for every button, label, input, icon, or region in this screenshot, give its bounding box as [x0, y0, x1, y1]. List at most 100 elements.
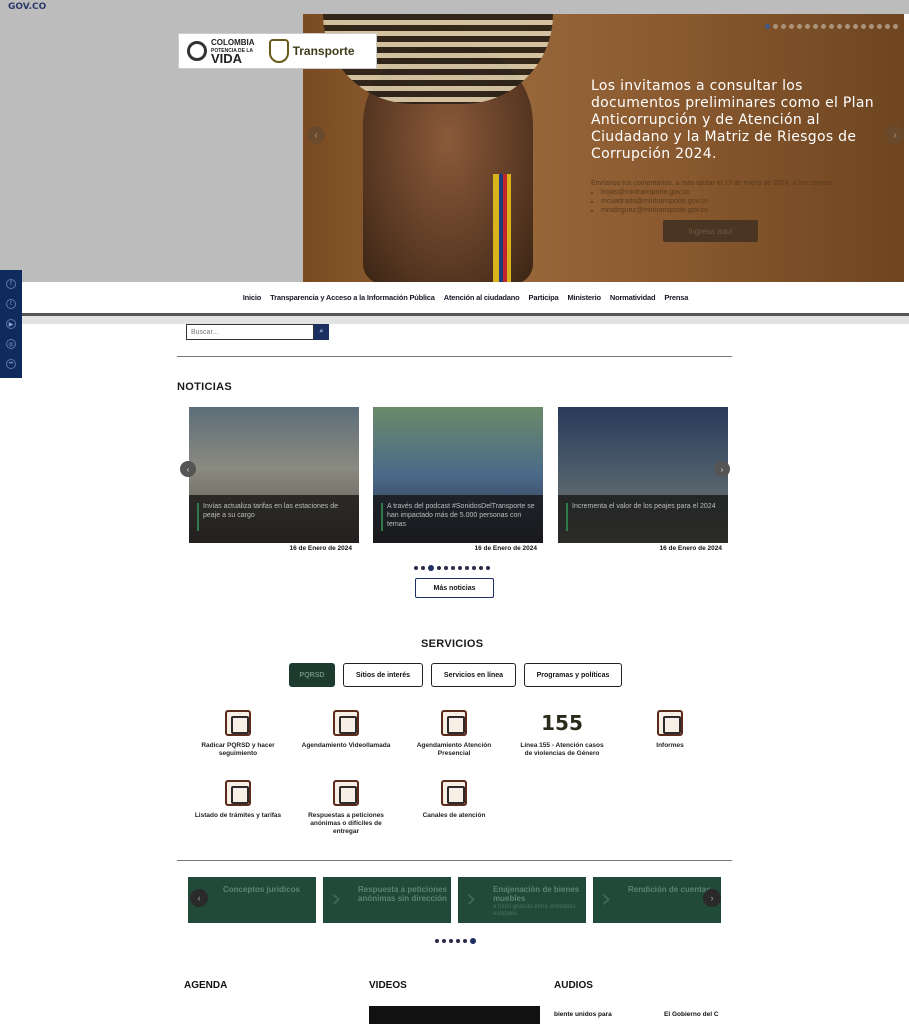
nav-item-normatividad[interactable]: Normatividad: [610, 293, 656, 302]
tab-sitios-interes[interactable]: Sitios de interés: [343, 663, 423, 687]
agenda-title: AGENDA: [184, 980, 228, 991]
hero-banner[interactable]: Los invitamos a consultar los documentos…: [303, 14, 904, 282]
service-item[interactable]: 155 Línea 155 - Atención casos de violen…: [517, 710, 607, 758]
hero-dot[interactable]: [885, 24, 890, 29]
news-dot[interactable]: [472, 566, 476, 570]
news-dot[interactable]: [458, 566, 462, 570]
links-dot[interactable]: [442, 939, 446, 943]
nav-item-prensa[interactable]: Prensa: [664, 293, 688, 302]
tab-pqrsd[interactable]: PQRSD: [289, 663, 335, 687]
links-dot[interactable]: [435, 939, 439, 943]
more-news-button[interactable]: Más noticias: [415, 578, 494, 598]
service-item[interactable]: Agendamiento Videollamada: [301, 710, 391, 750]
hero-pagination: [765, 24, 898, 29]
news-prev-arrow-icon[interactable]: ‹: [180, 461, 196, 477]
divider: [177, 356, 732, 357]
service-item[interactable]: Informes: [625, 710, 715, 750]
service-item[interactable]: Respuestas a peticiones anónimas o difíc…: [301, 780, 391, 836]
hero-dot[interactable]: [869, 24, 874, 29]
link-card[interactable]: › Enajenación de bienes muebles a título…: [458, 877, 586, 923]
hero-cta-button[interactable]: Ingresa aquí: [663, 220, 758, 242]
link-card[interactable]: › Rendición de cuentas: [593, 877, 721, 923]
service-item[interactable]: Radicar PQRSD y hacer seguimiento: [193, 710, 283, 758]
hero-email[interactable]: mrodriguez@mintransporte.gov.co: [601, 206, 881, 215]
search-button[interactable]: ⌕: [314, 324, 329, 340]
news-dot[interactable]: [414, 566, 418, 570]
twitter-icon[interactable]: t: [6, 299, 16, 309]
flickr-icon[interactable]: ••: [6, 359, 16, 369]
hero-dot[interactable]: [837, 24, 842, 29]
hero-email-list: lrojas@mintransporte.gov.co mcuadrado@mi…: [591, 188, 881, 215]
news-date: 16 de Enero de 2024: [474, 545, 537, 552]
hero-email[interactable]: lrojas@mintransporte.gov.co: [601, 188, 881, 197]
hero-dot[interactable]: [829, 24, 834, 29]
hero-dot[interactable]: [765, 24, 770, 29]
link-card[interactable]: › Respuesta a peticiones anónimas sin di…: [323, 877, 451, 923]
anonymous-responses-icon: [333, 780, 359, 806]
hero-email[interactable]: mcuadrado@mintransporte.gov.co: [601, 197, 881, 206]
link-card-title: Enajenación de bienes muebles: [493, 885, 580, 903]
hero-dot[interactable]: [813, 24, 818, 29]
service-label: Listado de trámites y tarifas: [194, 812, 282, 819]
news-next-arrow-icon[interactable]: ›: [714, 461, 730, 477]
tab-programas-politicas[interactable]: Programas y políticas: [524, 663, 622, 687]
nav-item-inicio[interactable]: Inicio: [243, 293, 262, 302]
audio-item-title[interactable]: El Gobierno del C: [664, 1011, 719, 1018]
youtube-icon[interactable]: ▶: [6, 319, 16, 329]
news-dot[interactable]: [465, 566, 469, 570]
hero-dot[interactable]: [845, 24, 850, 29]
service-item[interactable]: Listado de trámites y tarifas: [193, 780, 283, 820]
news-dot[interactable]: [437, 566, 441, 570]
facebook-icon[interactable]: f: [6, 279, 16, 289]
colombia-potencia-logo: COLOMBIA POTENCIA DE LA VIDA: [187, 39, 255, 65]
hero-note-text: Envíanos tus comentarios, a más tardar e…: [591, 180, 833, 187]
news-card[interactable]: Incrementa el valor de los peajes para e…: [558, 407, 728, 543]
links-dot[interactable]: [449, 939, 453, 943]
nav-item-participa[interactable]: Participa: [529, 293, 559, 302]
nav-item-atencion[interactable]: Atención al ciudadano: [444, 293, 520, 302]
links-prev-arrow-icon[interactable]: ‹: [190, 889, 208, 907]
hero-dot[interactable]: [805, 24, 810, 29]
instagram-icon[interactable]: ◎: [6, 339, 16, 349]
hero-dot[interactable]: [773, 24, 778, 29]
news-card[interactable]: Invías actualiza tarifas en las estacion…: [189, 407, 359, 543]
search-input[interactable]: [186, 324, 314, 340]
video-thumbnail[interactable]: [369, 1006, 540, 1024]
hero-prev-arrow-icon[interactable]: ‹: [307, 126, 325, 144]
news-card[interactable]: A través del podcast #SonidosDelTranspor…: [373, 407, 543, 543]
hero-dot[interactable]: [821, 24, 826, 29]
hero-dot[interactable]: [893, 24, 898, 29]
links-next-arrow-icon[interactable]: ›: [703, 889, 721, 907]
hero-dot[interactable]: [861, 24, 866, 29]
nav-item-transparencia[interactable]: Transparencia y Acceso a la Información …: [270, 293, 435, 302]
news-dot[interactable]: [428, 565, 434, 571]
tab-servicios-linea[interactable]: Servicios en línea: [431, 663, 516, 687]
hero-dot[interactable]: [797, 24, 802, 29]
news-dot[interactable]: [451, 566, 455, 570]
news-caption: A través del podcast #SonidosDelTranspor…: [373, 495, 543, 543]
nav-item-ministerio[interactable]: Ministerio: [567, 293, 601, 302]
hero-dot[interactable]: [789, 24, 794, 29]
links-dot[interactable]: [463, 939, 467, 943]
service-item[interactable]: Canales de atención: [409, 780, 499, 820]
reports-icon: [657, 710, 683, 736]
news-dot[interactable]: [444, 566, 448, 570]
hero-dot[interactable]: [781, 24, 786, 29]
services-section-title: SERVICIOS: [421, 638, 484, 650]
brand-logos[interactable]: COLOMBIA POTENCIA DE LA VIDA Transporte: [178, 33, 377, 69]
service-item[interactable]: Agendamiento Atención Presencial: [409, 710, 499, 758]
news-dot[interactable]: [486, 566, 490, 570]
shield-icon: [268, 39, 289, 63]
hero-dot[interactable]: [877, 24, 882, 29]
links-dot[interactable]: [470, 938, 476, 944]
hero-next-arrow-icon[interactable]: ›: [886, 126, 904, 144]
hero-photo-strap: [493, 174, 511, 282]
hero-dot[interactable]: [853, 24, 858, 29]
links-dot[interactable]: [456, 939, 460, 943]
news-dot[interactable]: [421, 566, 425, 570]
gov-co-logo[interactable]: GOV.CO: [8, 2, 46, 12]
link-card-title: Conceptos jurídicos: [223, 885, 300, 894]
videos-title: VIDEOS: [369, 980, 407, 991]
news-dot[interactable]: [479, 566, 483, 570]
audio-item-title[interactable]: biente unidos para: [554, 1011, 612, 1018]
